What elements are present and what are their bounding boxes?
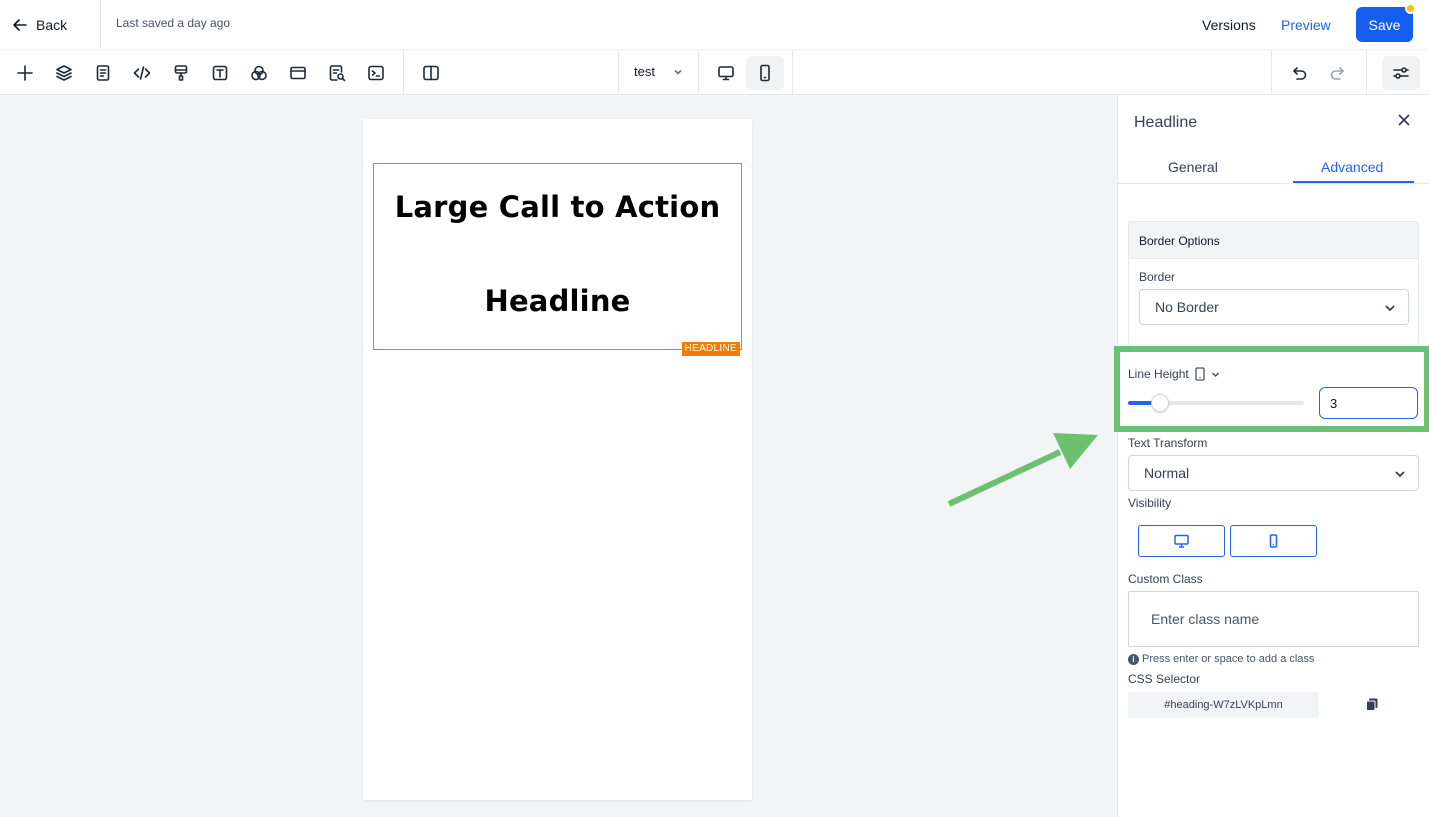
line-height-label-row: Line Height	[1128, 367, 1220, 381]
add-icon[interactable]	[12, 60, 38, 86]
headline-text[interactable]: Large Call to Action Headline	[374, 160, 741, 348]
border-select[interactable]: No Border	[1139, 289, 1409, 325]
layers-icon[interactable]	[51, 60, 77, 86]
mobile-device-icon[interactable]	[1195, 367, 1205, 381]
settings-sliders-icon[interactable]	[1382, 56, 1420, 90]
preview-link[interactable]: Preview	[1281, 17, 1331, 33]
panel-title: Headline	[1134, 114, 1198, 131]
chevron-down-icon	[674, 69, 682, 75]
desktop-icon[interactable]	[713, 60, 739, 86]
custom-class-input[interactable]	[1128, 591, 1419, 647]
toolbar-divider	[698, 50, 699, 95]
visibility-label: Visibility	[1128, 496, 1172, 510]
color-circles-icon[interactable]	[246, 60, 272, 86]
toolbar-divider	[1271, 50, 1272, 95]
text-transform-select[interactable]: Normal	[1128, 455, 1419, 491]
border-options-card: Border Options Border No Border	[1128, 221, 1419, 347]
mobile-icon	[1269, 534, 1278, 548]
custom-class-hint: i Press enter or space to add a class	[1128, 653, 1314, 665]
back-button[interactable]: Back	[12, 12, 67, 38]
seo-search-icon[interactable]	[324, 60, 350, 86]
toolbar-divider	[792, 50, 793, 95]
annotation-arrow-icon	[947, 433, 1098, 507]
editor-toolbar: test	[0, 49, 1429, 95]
paint-brush-icon[interactable]	[168, 60, 194, 86]
desktop-icon	[1174, 534, 1189, 548]
border-select-value: No Border	[1155, 299, 1219, 315]
visibility-desktop-button[interactable]	[1138, 525, 1225, 557]
save-label: Save	[1368, 16, 1401, 33]
section-icon[interactable]	[285, 60, 311, 86]
chevron-down-icon	[1385, 305, 1395, 312]
redo-icon[interactable]	[1325, 60, 1351, 86]
slider-thumb[interactable]	[1150, 394, 1169, 412]
tab-general[interactable]: General	[1168, 159, 1218, 175]
arrow-left-icon	[13, 19, 27, 31]
divider	[100, 0, 101, 49]
page-select[interactable]: test	[634, 64, 683, 79]
properties-panel: Headline General Advanced Border Options…	[1114, 95, 1429, 817]
headline-element-selected[interactable]: Large Call to Action Headline HEADLINE	[373, 160, 742, 356]
line-height-label: Line Height	[1128, 367, 1189, 381]
active-tab-indicator	[1293, 181, 1414, 183]
visibility-mobile-button[interactable]	[1230, 525, 1317, 557]
split-view-icon[interactable]	[418, 60, 444, 86]
text-transform-label: Text Transform	[1128, 436, 1208, 450]
code-icon[interactable]	[129, 60, 155, 86]
text-transform-value: Normal	[1144, 465, 1190, 481]
text-icon[interactable]	[207, 60, 233, 86]
line-height-input[interactable]	[1319, 387, 1418, 419]
mobile-page-frame: Large Call to Action Headline HEADLINE	[363, 119, 752, 800]
headline-line-1: Large Call to Action	[394, 190, 721, 224]
mobile-icon[interactable]	[746, 56, 784, 90]
close-icon[interactable]	[1396, 112, 1412, 128]
custom-class-label: Custom Class	[1128, 572, 1203, 586]
css-selector-label: CSS Selector	[1128, 672, 1201, 686]
versions-link[interactable]: Versions	[1202, 17, 1256, 33]
border-options-header[interactable]: Border Options	[1129, 222, 1418, 259]
chevron-down-icon	[1395, 471, 1405, 478]
panel-tabs: General Advanced	[1118, 151, 1429, 184]
css-selector-value: #heading-W7zLVKpLmn	[1128, 692, 1319, 718]
undo-icon[interactable]	[1286, 60, 1312, 86]
element-type-tag: HEADLINE	[681, 342, 740, 356]
info-icon: i	[1128, 653, 1139, 665]
unsaved-indicator-dot	[1405, 3, 1416, 14]
custom-class-hint-text: Press enter or space to add a class	[1142, 653, 1315, 665]
toolbar-divider	[403, 50, 404, 95]
toolbar-divider	[1366, 50, 1367, 95]
tab-advanced[interactable]: Advanced	[1321, 159, 1383, 175]
back-label: Back	[36, 17, 68, 33]
toolbar-divider	[618, 50, 619, 95]
border-label: Border	[1139, 270, 1176, 284]
terminal-icon[interactable]	[363, 60, 389, 86]
page-icon[interactable]	[90, 60, 116, 86]
top-bar: Back Last saved a day ago Versions Previ…	[0, 0, 1429, 49]
last-saved-text: Last saved a day ago	[116, 16, 231, 30]
line-height-slider[interactable]	[1128, 394, 1304, 412]
save-button[interactable]: Save	[1356, 3, 1416, 42]
copy-icon[interactable]	[1366, 698, 1378, 711]
chevron-down-icon[interactable]	[1211, 370, 1220, 379]
page-select-value: test	[634, 64, 655, 79]
headline-line-2: Headline	[484, 284, 631, 318]
